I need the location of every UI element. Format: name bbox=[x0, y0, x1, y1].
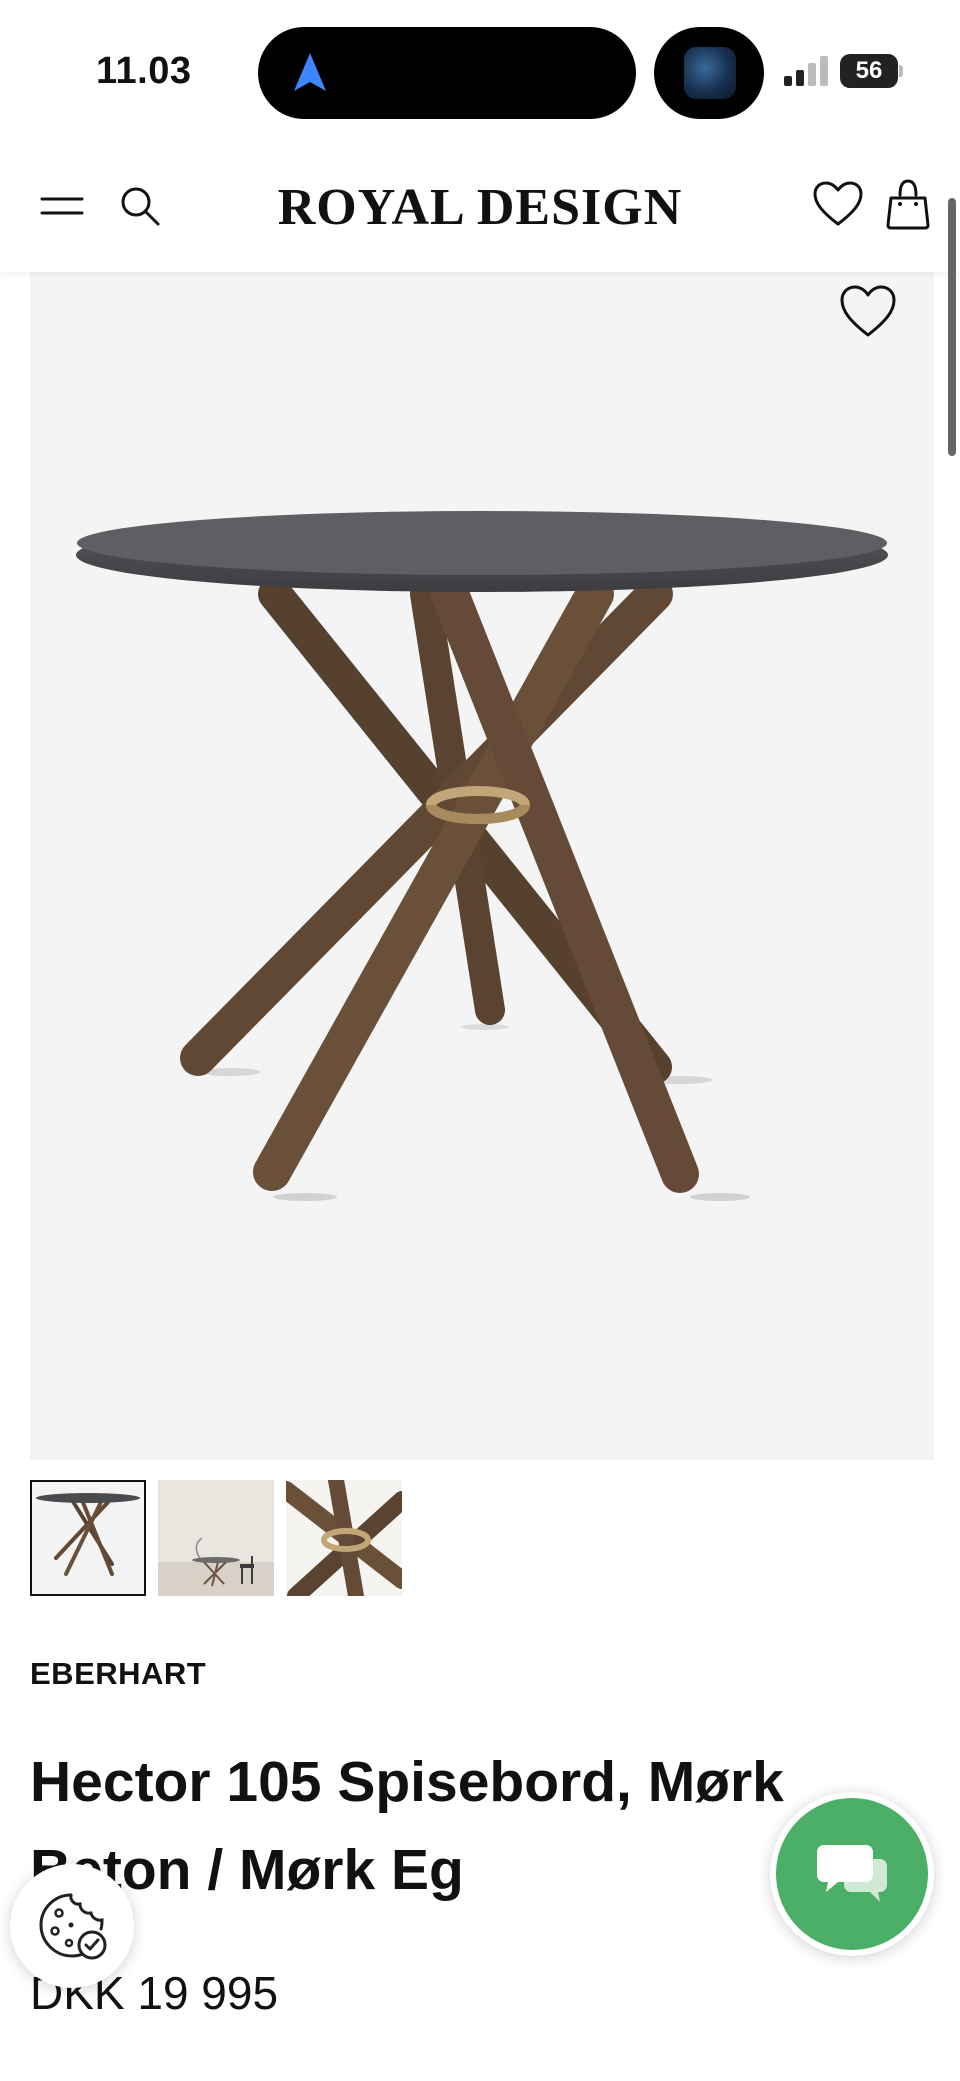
table-thumbnail-image bbox=[32, 1482, 144, 1594]
cookie-settings-icon bbox=[39, 1893, 107, 1960]
leg-joint-detail-thumbnail-image bbox=[286, 1480, 402, 1596]
heart-icon bbox=[813, 181, 863, 226]
site-header: ROYAL DESIGN bbox=[0, 140, 960, 272]
location-arrow-icon bbox=[294, 53, 326, 91]
battery-cap bbox=[899, 65, 903, 77]
chat-bubbles-icon bbox=[817, 1845, 887, 1902]
room-scene-thumbnail-image bbox=[158, 1480, 274, 1596]
thumbnail-table-product[interactable] bbox=[30, 1480, 146, 1596]
shopping-bag-icon bbox=[886, 179, 930, 230]
wishlist-button[interactable] bbox=[810, 176, 866, 232]
page-scrollbar[interactable] bbox=[948, 198, 956, 456]
chat-button[interactable] bbox=[770, 1792, 934, 1956]
heart-icon bbox=[840, 285, 896, 337]
dining-table-illustration bbox=[76, 511, 888, 1201]
product-image[interactable] bbox=[30, 272, 934, 1460]
add-to-wishlist-button[interactable] bbox=[838, 284, 918, 356]
cart-button[interactable] bbox=[880, 176, 936, 232]
dynamic-island-activity[interactable] bbox=[654, 27, 764, 119]
product-title: Hector 105 Spisebord, Mørk Beton / Mørk … bbox=[30, 1750, 784, 1902]
battery-indicator: 56 bbox=[840, 54, 904, 88]
cookie-settings-button[interactable] bbox=[10, 1864, 134, 1988]
battery-level: 56 bbox=[840, 54, 898, 88]
thumbnail-room-scene[interactable] bbox=[158, 1480, 274, 1596]
status-bar: 11.03 56 bbox=[0, 0, 960, 140]
dynamic-island[interactable] bbox=[258, 27, 636, 119]
media-artwork bbox=[684, 47, 736, 99]
status-time: 11.03 bbox=[96, 50, 192, 92]
product-brand[interactable]: EBERHART bbox=[30, 1656, 206, 1692]
cellular-signal-icon bbox=[784, 56, 828, 86]
image-thumbnails bbox=[30, 1480, 934, 1598]
thumbnail-leg-detail[interactable] bbox=[286, 1480, 402, 1596]
